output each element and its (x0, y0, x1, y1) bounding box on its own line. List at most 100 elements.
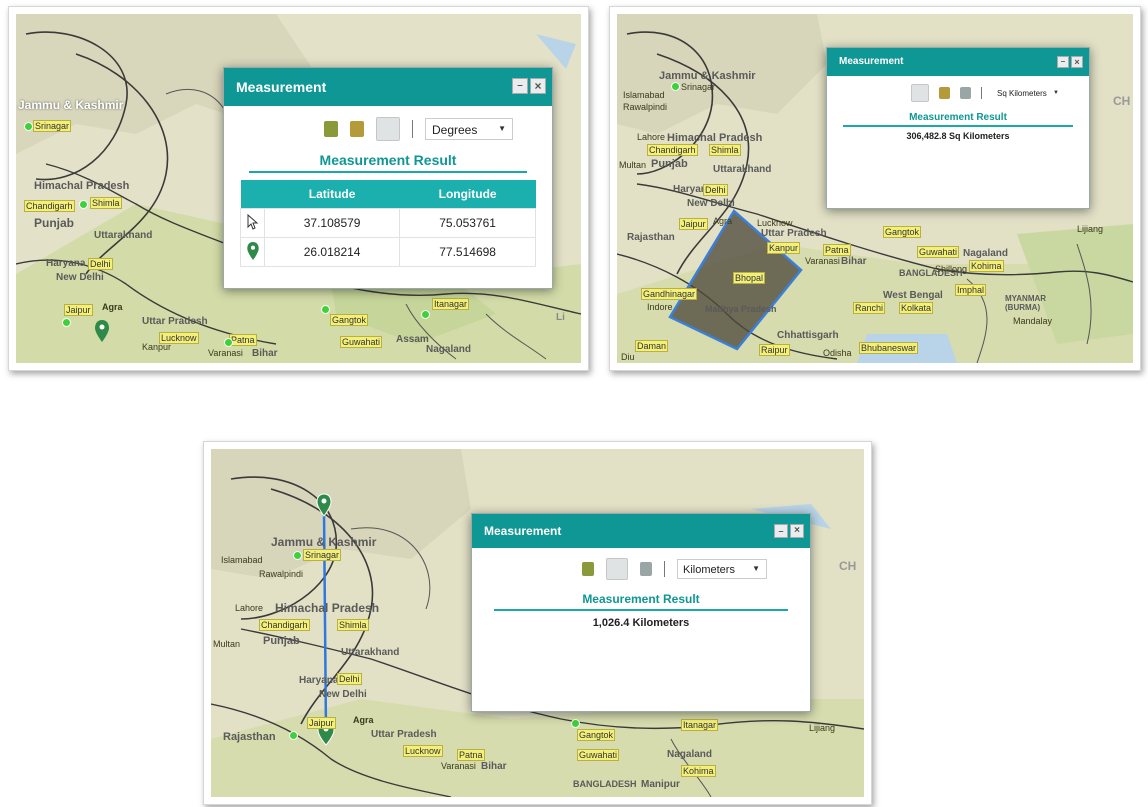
map-label: Agra (353, 715, 374, 725)
unit-select-value: Kilometers (683, 564, 735, 576)
map-label: Uttar Pradesh (761, 228, 827, 239)
city-marker[interactable] (224, 338, 233, 347)
map-label: Punjab (651, 158, 688, 170)
map-label: Jammu & Kashmir (659, 70, 756, 82)
map-label: Patna (229, 334, 257, 346)
table-row: 26.018214 77.514698 (240, 237, 536, 267)
area-tool-icon[interactable] (911, 84, 929, 102)
city-marker[interactable] (293, 551, 302, 560)
city-marker[interactable] (571, 719, 580, 728)
column-header: Latitude (264, 180, 400, 209)
distance-tool-icon[interactable] (939, 87, 950, 99)
map-label: Uttarakhand (341, 647, 400, 658)
screenshot-panel-area: Jammu & Kashmir Srinagar Islamabad Rawal… (609, 6, 1141, 371)
measurement-window[interactable]: Measurement – × Sq Kilometers ▼ Measurem… (826, 47, 1090, 209)
map-label: Guwahati (340, 336, 383, 348)
map-label: Lijiang (1077, 224, 1104, 234)
result-heading: Measurement Result (909, 112, 1007, 123)
map-label: Shimla (337, 619, 369, 631)
map-label: Nagaland (963, 248, 1009, 259)
map-label: Imphal (955, 284, 987, 296)
area-tool-icon[interactable] (582, 562, 594, 576)
city-marker[interactable] (421, 310, 430, 319)
map-label: Uttar Pradesh (371, 729, 437, 740)
map-label: Punjab (263, 635, 300, 647)
map-label: Diu (621, 352, 635, 362)
minimize-button[interactable]: – (512, 78, 528, 94)
result-heading: Measurement Result (319, 152, 457, 168)
map-label: Bihar (252, 348, 278, 359)
city-marker[interactable] (24, 122, 33, 131)
location-tool-icon[interactable] (960, 87, 971, 99)
minimize-button[interactable]: – (1057, 56, 1069, 68)
unit-select[interactable]: Sq Kilometers ▼ (992, 85, 1062, 101)
map-label: Manipur (641, 779, 680, 790)
map-label: Lahore (637, 132, 666, 142)
map-label: Srinagar (33, 120, 72, 132)
map-label: Rajasthan (627, 232, 675, 243)
city-marker[interactable] (671, 82, 680, 91)
result-value: 306,482.8 Sq Kilometers (906, 131, 1010, 141)
map-label: BANGLADESH (573, 779, 637, 789)
screenshot-panel-distance: Jammu & Kashmir Srinagar Islamabad Rawal… (203, 441, 872, 805)
cursor-icon (240, 208, 265, 238)
unit-select-value: Sq Kilometers (997, 89, 1047, 98)
map-label: Lucknow (757, 218, 793, 228)
unit-select[interactable]: Degrees ▼ (425, 118, 513, 140)
map-label: Punjab (34, 216, 75, 230)
unit-select[interactable]: Kilometers ▼ (677, 559, 767, 579)
result-divider (843, 125, 1073, 127)
map-label: Bhopal (733, 272, 766, 284)
map-label: Guwahati (577, 749, 620, 761)
map-label: Chandigarh (647, 144, 698, 156)
map-label: Chandigarh (259, 619, 310, 631)
close-button[interactable]: × (790, 524, 804, 538)
location-tool-icon[interactable] (640, 562, 652, 576)
map-label: Multan (213, 639, 241, 649)
map-label: Uttar Pradesh (142, 316, 208, 327)
map-label: Himachal Pradesh (667, 132, 763, 144)
minimize-button[interactable]: – (774, 524, 788, 538)
area-tool-icon[interactable] (324, 121, 338, 137)
window-title: Measurement (839, 56, 904, 67)
map-label: Srinagar (303, 549, 342, 561)
map-label: Gangtok (577, 729, 616, 741)
map-marker-icon[interactable] (95, 320, 109, 342)
map-label: Gangtok (883, 226, 922, 238)
map-label: Raipur (759, 344, 790, 356)
map-label: Shimla (709, 144, 741, 156)
city-marker[interactable] (321, 305, 330, 314)
chevron-down-icon: ▼ (752, 564, 760, 573)
distance-tool-icon[interactable] (350, 121, 364, 137)
city-marker[interactable] (79, 200, 88, 209)
map-label: Delhi (88, 258, 113, 270)
window-titlebar[interactable]: Measurement – × (224, 68, 552, 106)
close-button[interactable]: × (1071, 56, 1083, 68)
location-tool-icon[interactable] (376, 117, 400, 141)
measurement-window[interactable]: Measurement – × Degrees ▼ Measurement Re… (223, 67, 553, 289)
map-label: Jammu & Kashmir (18, 98, 124, 112)
map-label: Haryana (299, 675, 339, 686)
measurement-window[interactable]: Measurement – × Kilometers ▼ Measurement… (471, 513, 811, 712)
city-marker[interactable] (289, 731, 298, 740)
table-row: 37.108579 75.053761 (240, 208, 536, 238)
map-label: Bihar (841, 256, 867, 267)
map-label: Kanpur (142, 342, 172, 352)
city-marker[interactable] (62, 318, 71, 327)
map-label: Patna (823, 244, 851, 256)
map-label: Varanasi (805, 256, 840, 266)
map-label: Haryana (46, 258, 86, 269)
distance-tool-icon[interactable] (606, 558, 628, 580)
window-titlebar[interactable]: Measurement – × (472, 514, 810, 548)
window-title: Measurement (236, 79, 327, 95)
map-label: Himachal Pradesh (34, 180, 130, 192)
window-titlebar[interactable]: Measurement – × (827, 48, 1089, 76)
close-button[interactable]: × (530, 78, 546, 94)
map-label: Agra (713, 216, 733, 226)
column-header: Longitude (399, 180, 536, 209)
map-label: Islamabad (221, 555, 263, 565)
map-label: Delhi (703, 184, 728, 196)
map-label: Himachal Pradesh (275, 601, 380, 615)
map-label: Kohima (969, 260, 1004, 272)
map-label: Nagaland (667, 749, 713, 760)
